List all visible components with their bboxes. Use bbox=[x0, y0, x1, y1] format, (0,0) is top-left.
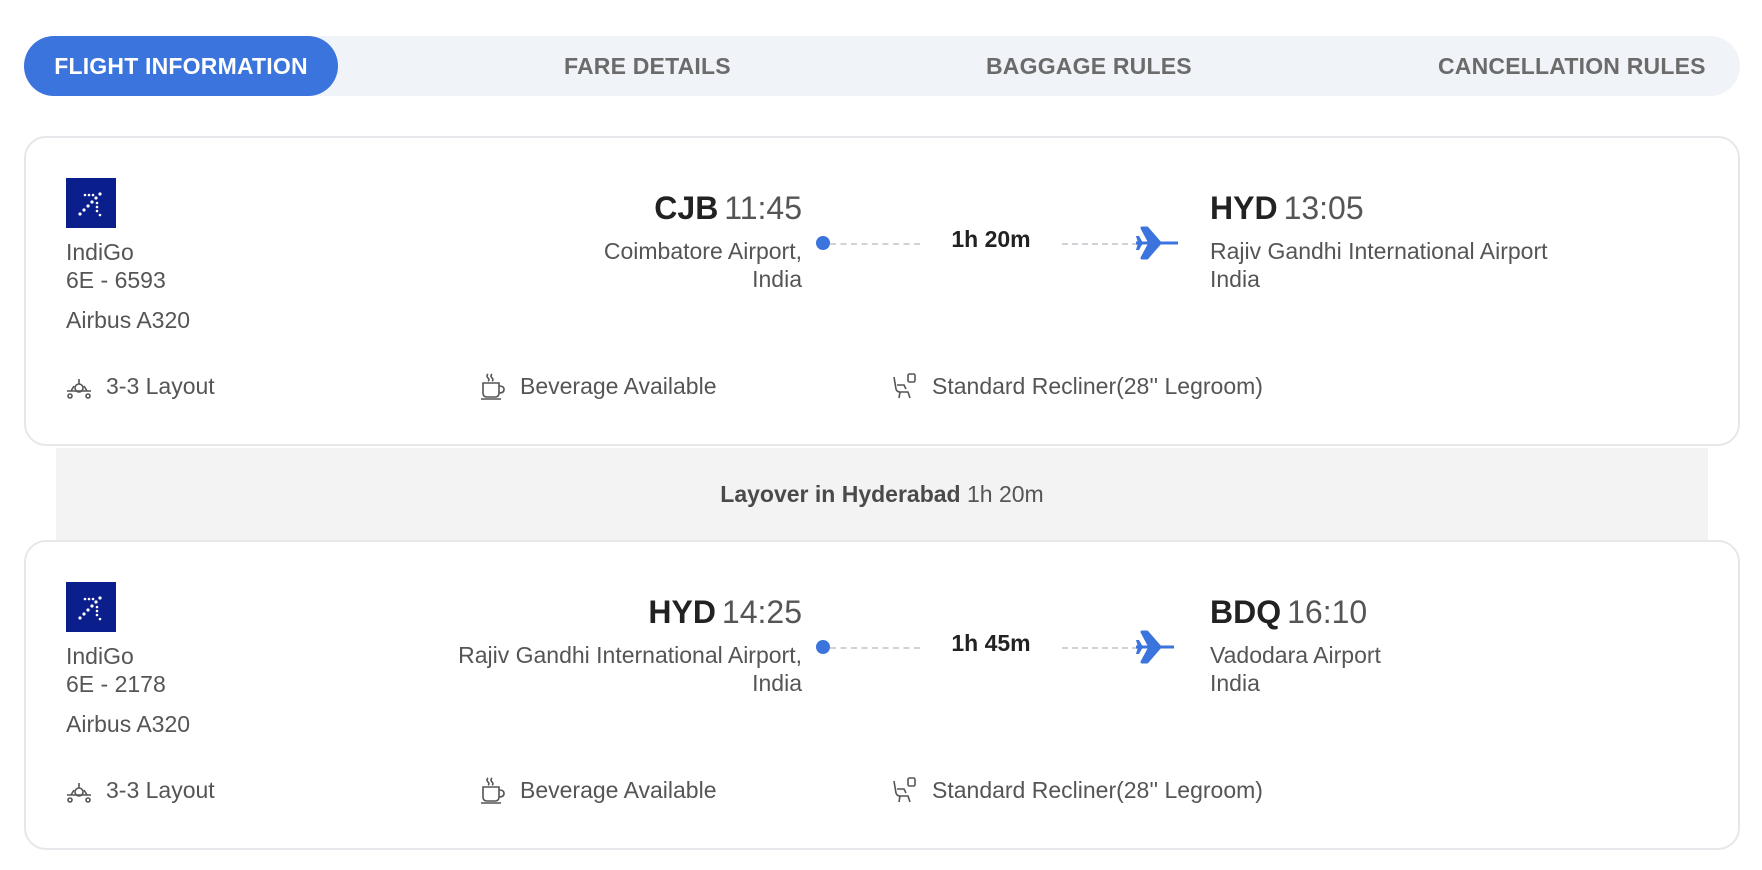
flight-duration: 1h 45m bbox=[951, 630, 1031, 656]
plane-icon bbox=[1136, 226, 1178, 260]
arrival-code: HYD bbox=[1210, 190, 1278, 226]
aircraft-type: Airbus A320 bbox=[66, 307, 191, 333]
amenity-layout-label: 3-3 Layout bbox=[106, 372, 215, 399]
departure-time: 11:45 bbox=[724, 190, 802, 226]
departure-time: 14:25 bbox=[721, 594, 802, 630]
arrival-time: 13:05 bbox=[1283, 190, 1364, 226]
amenity-seat-label: Standard Recliner(28'' Legroom) bbox=[932, 372, 1263, 399]
seat-layout-icon bbox=[67, 379, 91, 399]
tab-flight-information[interactable]: FLIGHT INFORMATION bbox=[24, 36, 338, 96]
departure-country: India bbox=[752, 266, 802, 292]
origin-dot bbox=[816, 640, 830, 654]
flight-number: 6E - 6593 bbox=[66, 267, 166, 293]
flight-segment-card: IndiGo 6E - 6593 Airbus A320 CJB 11:45 Co… bbox=[24, 136, 1740, 446]
recliner-seat-icon bbox=[893, 777, 916, 803]
indigo-logo bbox=[66, 178, 116, 228]
arrival-airport: Rajiv Gandhi International Airport bbox=[1210, 238, 1548, 264]
arrival-country: India bbox=[1210, 266, 1260, 292]
amenity-beverage: Beverage Available bbox=[478, 370, 717, 402]
amenity-beverage-label: Beverage Available bbox=[520, 776, 717, 803]
route-dash bbox=[830, 647, 920, 649]
tab-fare-details[interactable]: FARE DETAILS bbox=[564, 36, 731, 96]
route-line: 1h 45m bbox=[816, 628, 1176, 664]
route-dash bbox=[1062, 647, 1138, 649]
amenity-layout: 3-3 Layout bbox=[64, 774, 215, 806]
amenity-layout: 3-3 Layout bbox=[64, 370, 215, 402]
aircraft-type: Airbus A320 bbox=[66, 711, 191, 737]
layover-banner: Layover in Hyderabad 1h 20m bbox=[56, 448, 1708, 540]
departure-country: India bbox=[752, 670, 802, 696]
arrival-info: BDQ 16:10 Vadodara Airport India bbox=[1210, 594, 1381, 697]
tab-cancellation-rules[interactable]: CANCELLATION RULES bbox=[1438, 36, 1706, 96]
arrival-code: BDQ bbox=[1210, 594, 1282, 630]
departure-airport: Coimbatore Airport, bbox=[603, 238, 802, 264]
departure-code: HYD bbox=[648, 594, 716, 630]
amenity-seat: Standard Recliner(28'' Legroom) bbox=[890, 370, 1263, 402]
amenity-layout-label: 3-3 Layout bbox=[106, 776, 215, 803]
departure-info: CJB 11:45 Coimbatore Airport, India bbox=[604, 190, 802, 293]
flight-duration: 1h 20m bbox=[951, 226, 1031, 252]
route-line: 1h 20m bbox=[816, 224, 1178, 260]
plane-icon bbox=[1136, 630, 1174, 664]
route-dash bbox=[1062, 243, 1138, 245]
amenity-beverage: Beverage Available bbox=[478, 774, 717, 806]
arrival-country: India bbox=[1210, 670, 1260, 696]
layover-duration: 1h 20m bbox=[966, 481, 1044, 507]
flight-segment-card: IndiGo 6E - 2178 Airbus A320 HYD 14:25 Ra… bbox=[24, 540, 1740, 850]
flight-number: 6E - 2178 bbox=[66, 671, 166, 697]
tab-baggage-rules[interactable]: BAGGAGE RULES bbox=[986, 36, 1192, 96]
amenity-seat-label: Standard Recliner(28'' Legroom) bbox=[932, 776, 1263, 803]
layover-label: Layover in Hyderabad bbox=[720, 481, 961, 507]
amenity-beverage-label: Beverage Available bbox=[520, 372, 717, 399]
amenity-seat: Standard Recliner(28'' Legroom) bbox=[890, 774, 1263, 806]
route-dash bbox=[830, 243, 920, 245]
coffee-cup-icon bbox=[481, 373, 505, 400]
departure-info: HYD 14:25 Rajiv Gandhi International Airp… bbox=[458, 594, 802, 697]
coffee-cup-icon bbox=[481, 777, 505, 804]
departure-airport: Rajiv Gandhi International Airport, bbox=[458, 642, 802, 668]
indigo-logo bbox=[66, 582, 116, 632]
airline-name: IndiGo bbox=[66, 643, 134, 669]
departure-code: CJB bbox=[654, 190, 719, 226]
arrival-info: HYD 13:05 Rajiv Gandhi International Airp… bbox=[1210, 190, 1548, 293]
airline-name: IndiGo bbox=[66, 239, 134, 265]
arrival-time: 16:10 bbox=[1287, 594, 1368, 630]
arrival-airport: Vadodara Airport bbox=[1210, 642, 1381, 668]
origin-dot bbox=[816, 236, 830, 250]
tab-bar: FLIGHT INFORMATION FARE DETAILS BAGGAGE … bbox=[24, 36, 1740, 96]
seat-layout-icon bbox=[67, 783, 91, 803]
recliner-seat-icon bbox=[893, 373, 916, 399]
